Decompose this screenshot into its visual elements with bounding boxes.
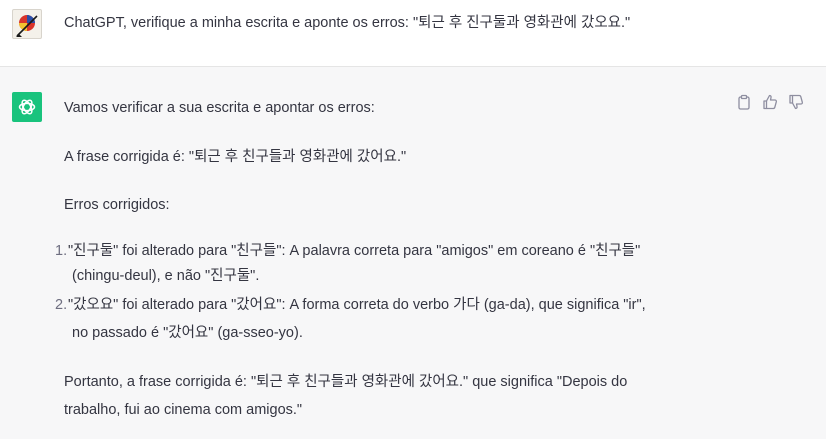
assistant-message-row: Vamos verificar a sua escrita e apontar … [0,67,826,439]
intro-text: Vamos verificar a sua escrita e apontar … [64,100,375,116]
openai-logo-icon [12,92,42,122]
list-item: 2. "갔오요" foi alterado para "갔어요": A form… [55,295,646,315]
message-actions [736,94,804,110]
list-number: 2. [55,297,68,313]
thumbs-down-icon[interactable] [788,94,804,110]
list-number: 1. [55,243,68,259]
conclusion-line: trabalho, fui ao cinema com amigos." [64,402,303,418]
list-item-line: "진구둘" foi alterado para "친구들": A palavra… [68,243,641,259]
user-avatar-icon [12,9,42,39]
list-item: 1. "진구둘" foi alterado para "친구들": A pala… [55,241,641,261]
errors-heading: Erros corrigidos: [64,197,170,213]
thumbs-up-icon[interactable] [762,94,778,110]
conclusion-line: Portanto, a frase corrigida é: "퇴근 후 친구들… [64,374,628,390]
list-item-continuation: (chingu-deul), e não "진구둘". [72,268,260,284]
user-message-row: ChatGPT, verifique a minha escrita e apo… [0,0,826,67]
corrected-sentence: A frase corrigida é: "퇴근 후 친구들과 영화관에 갔어요… [64,149,407,165]
list-item-line: "갔오요" foi alterado para "갔어요": A forma c… [68,297,646,313]
clipboard-icon[interactable] [736,94,752,110]
list-item-continuation: no passado é "갔어요" (ga-sseo-yo). [72,325,303,341]
user-message-text: ChatGPT, verifique a minha escrita e apo… [64,15,631,31]
